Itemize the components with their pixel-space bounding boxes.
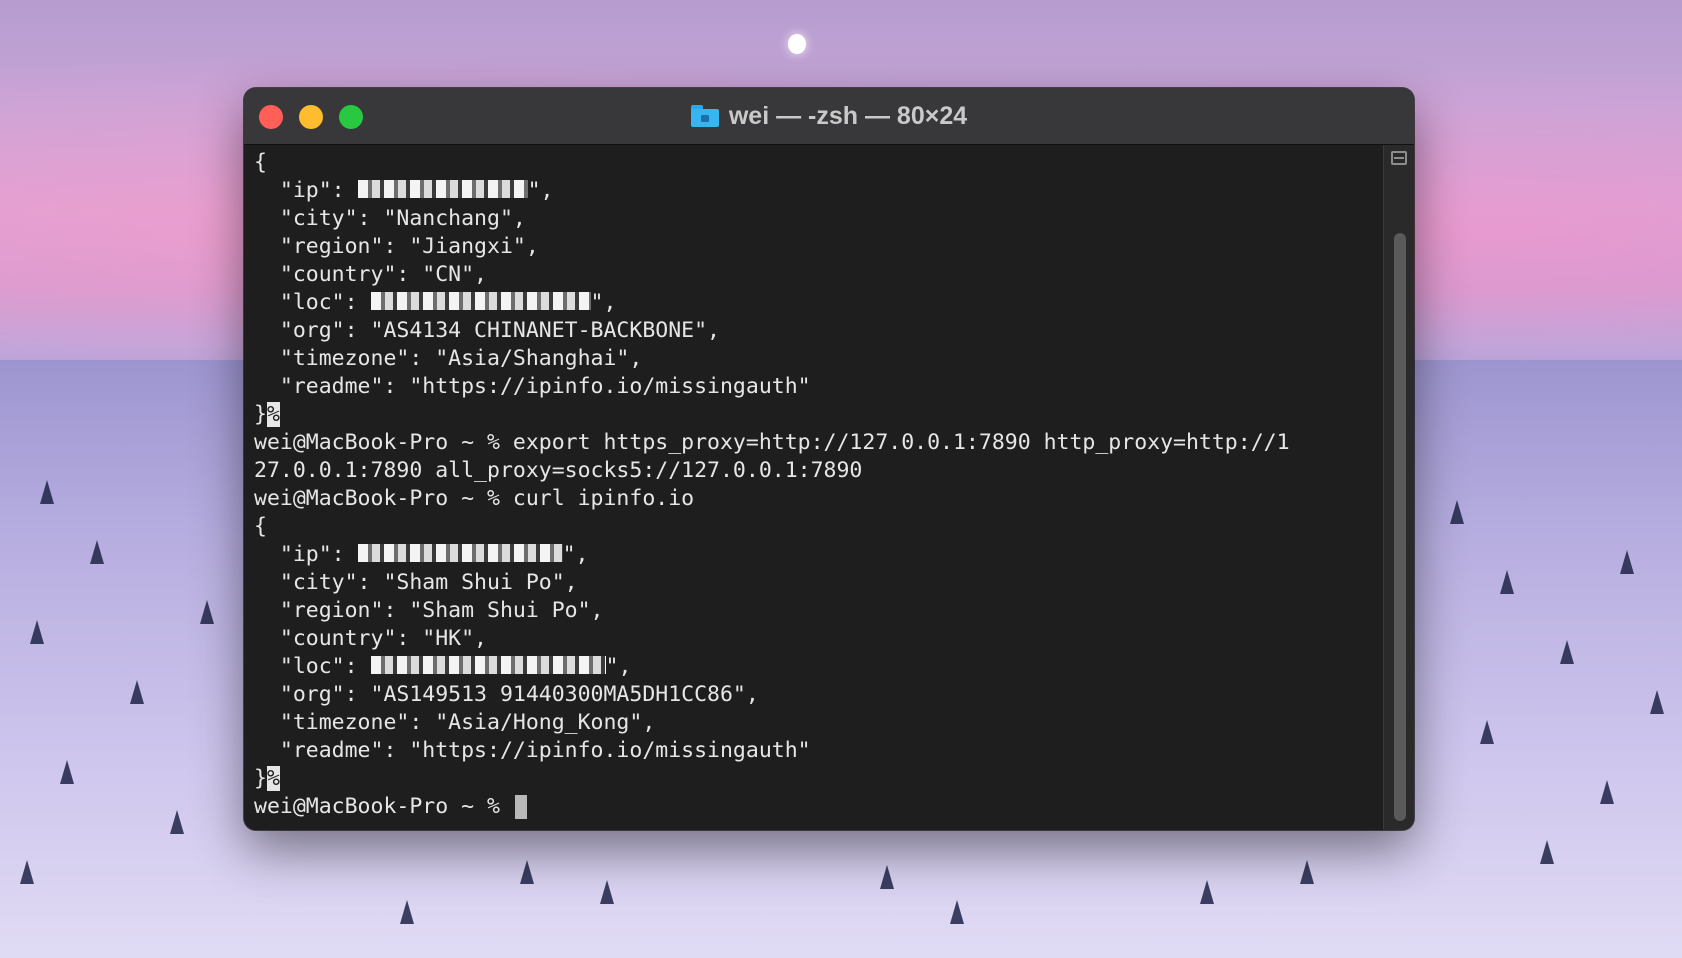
titlebar[interactable]: wei — -zsh — 80×24: [244, 88, 1414, 145]
folder-home-icon: [690, 105, 719, 127]
terminal-window[interactable]: wei — -zsh — 80×24 { "ip": ", "city": "N…: [244, 88, 1414, 830]
terminal-line: "loc": ",: [254, 290, 617, 315]
terminal-line: "city": "Nanchang",: [254, 206, 526, 231]
partial-line-marker: %: [266, 766, 280, 791]
scrollbar-thumb[interactable]: [1394, 233, 1406, 821]
terminal-line: "ip": ",: [254, 178, 554, 203]
terminal-line: "loc": ",: [254, 654, 632, 679]
redacted-ip: [357, 544, 563, 562]
redacted-loc: [370, 292, 591, 310]
terminal-line: "org": "AS4134 CHINANET-BACKBONE",: [254, 318, 720, 343]
terminal-line: "readme": "https://ipinfo.io/missingauth…: [254, 374, 811, 399]
redacted-loc: [370, 656, 606, 674]
terminal-line: 27.0.0.1:7890 all_proxy=socks5://127.0.0…: [254, 458, 863, 483]
terminal-line: "country": "HK",: [254, 626, 487, 651]
text-cursor: [514, 795, 527, 819]
terminal-line: "ip": ",: [254, 542, 589, 567]
terminal-line: "timezone": "Asia/Hong_Kong",: [254, 710, 656, 735]
window-title: wei — -zsh — 80×24: [728, 101, 968, 130]
split-pane-icon[interactable]: [1391, 151, 1407, 165]
terminal-line: "timezone": "Asia/Shanghai",: [254, 346, 643, 371]
terminal-line: "city": "Sham Shui Po",: [254, 570, 578, 595]
redacted-ip: [357, 180, 528, 198]
terminal-prompt-line[interactable]: wei@MacBook-Pro ~ %: [254, 793, 1290, 821]
terminal-line: }%: [254, 766, 280, 791]
title-area: wei — -zsh — 80×24: [244, 88, 1414, 144]
terminal-line: "region": "Sham Shui Po",: [254, 598, 604, 623]
terminal-line: "region": "Jiangxi",: [254, 234, 539, 259]
terminal-line: {: [254, 514, 267, 539]
terminal-line: wei@MacBook-Pro ~ % curl ipinfo.io: [254, 486, 695, 511]
partial-line-marker: %: [266, 402, 280, 427]
terminal-output[interactable]: { "ip": ", "city": "Nanchang", "region":…: [244, 145, 1384, 830]
terminal-line: {: [254, 150, 267, 175]
terminal-line: "readme": "https://ipinfo.io/missingauth…: [254, 738, 811, 763]
wallpaper-moon: [788, 34, 806, 54]
terminal-line: "org": "AS149513 91440300MA5DH1CC86",: [254, 682, 759, 707]
terminal-line: "country": "CN",: [254, 262, 487, 287]
vertical-scrollbar[interactable]: [1383, 145, 1414, 830]
terminal-line: }%: [254, 402, 280, 427]
terminal-line: wei@MacBook-Pro ~ % export https_proxy=h…: [254, 430, 1290, 455]
